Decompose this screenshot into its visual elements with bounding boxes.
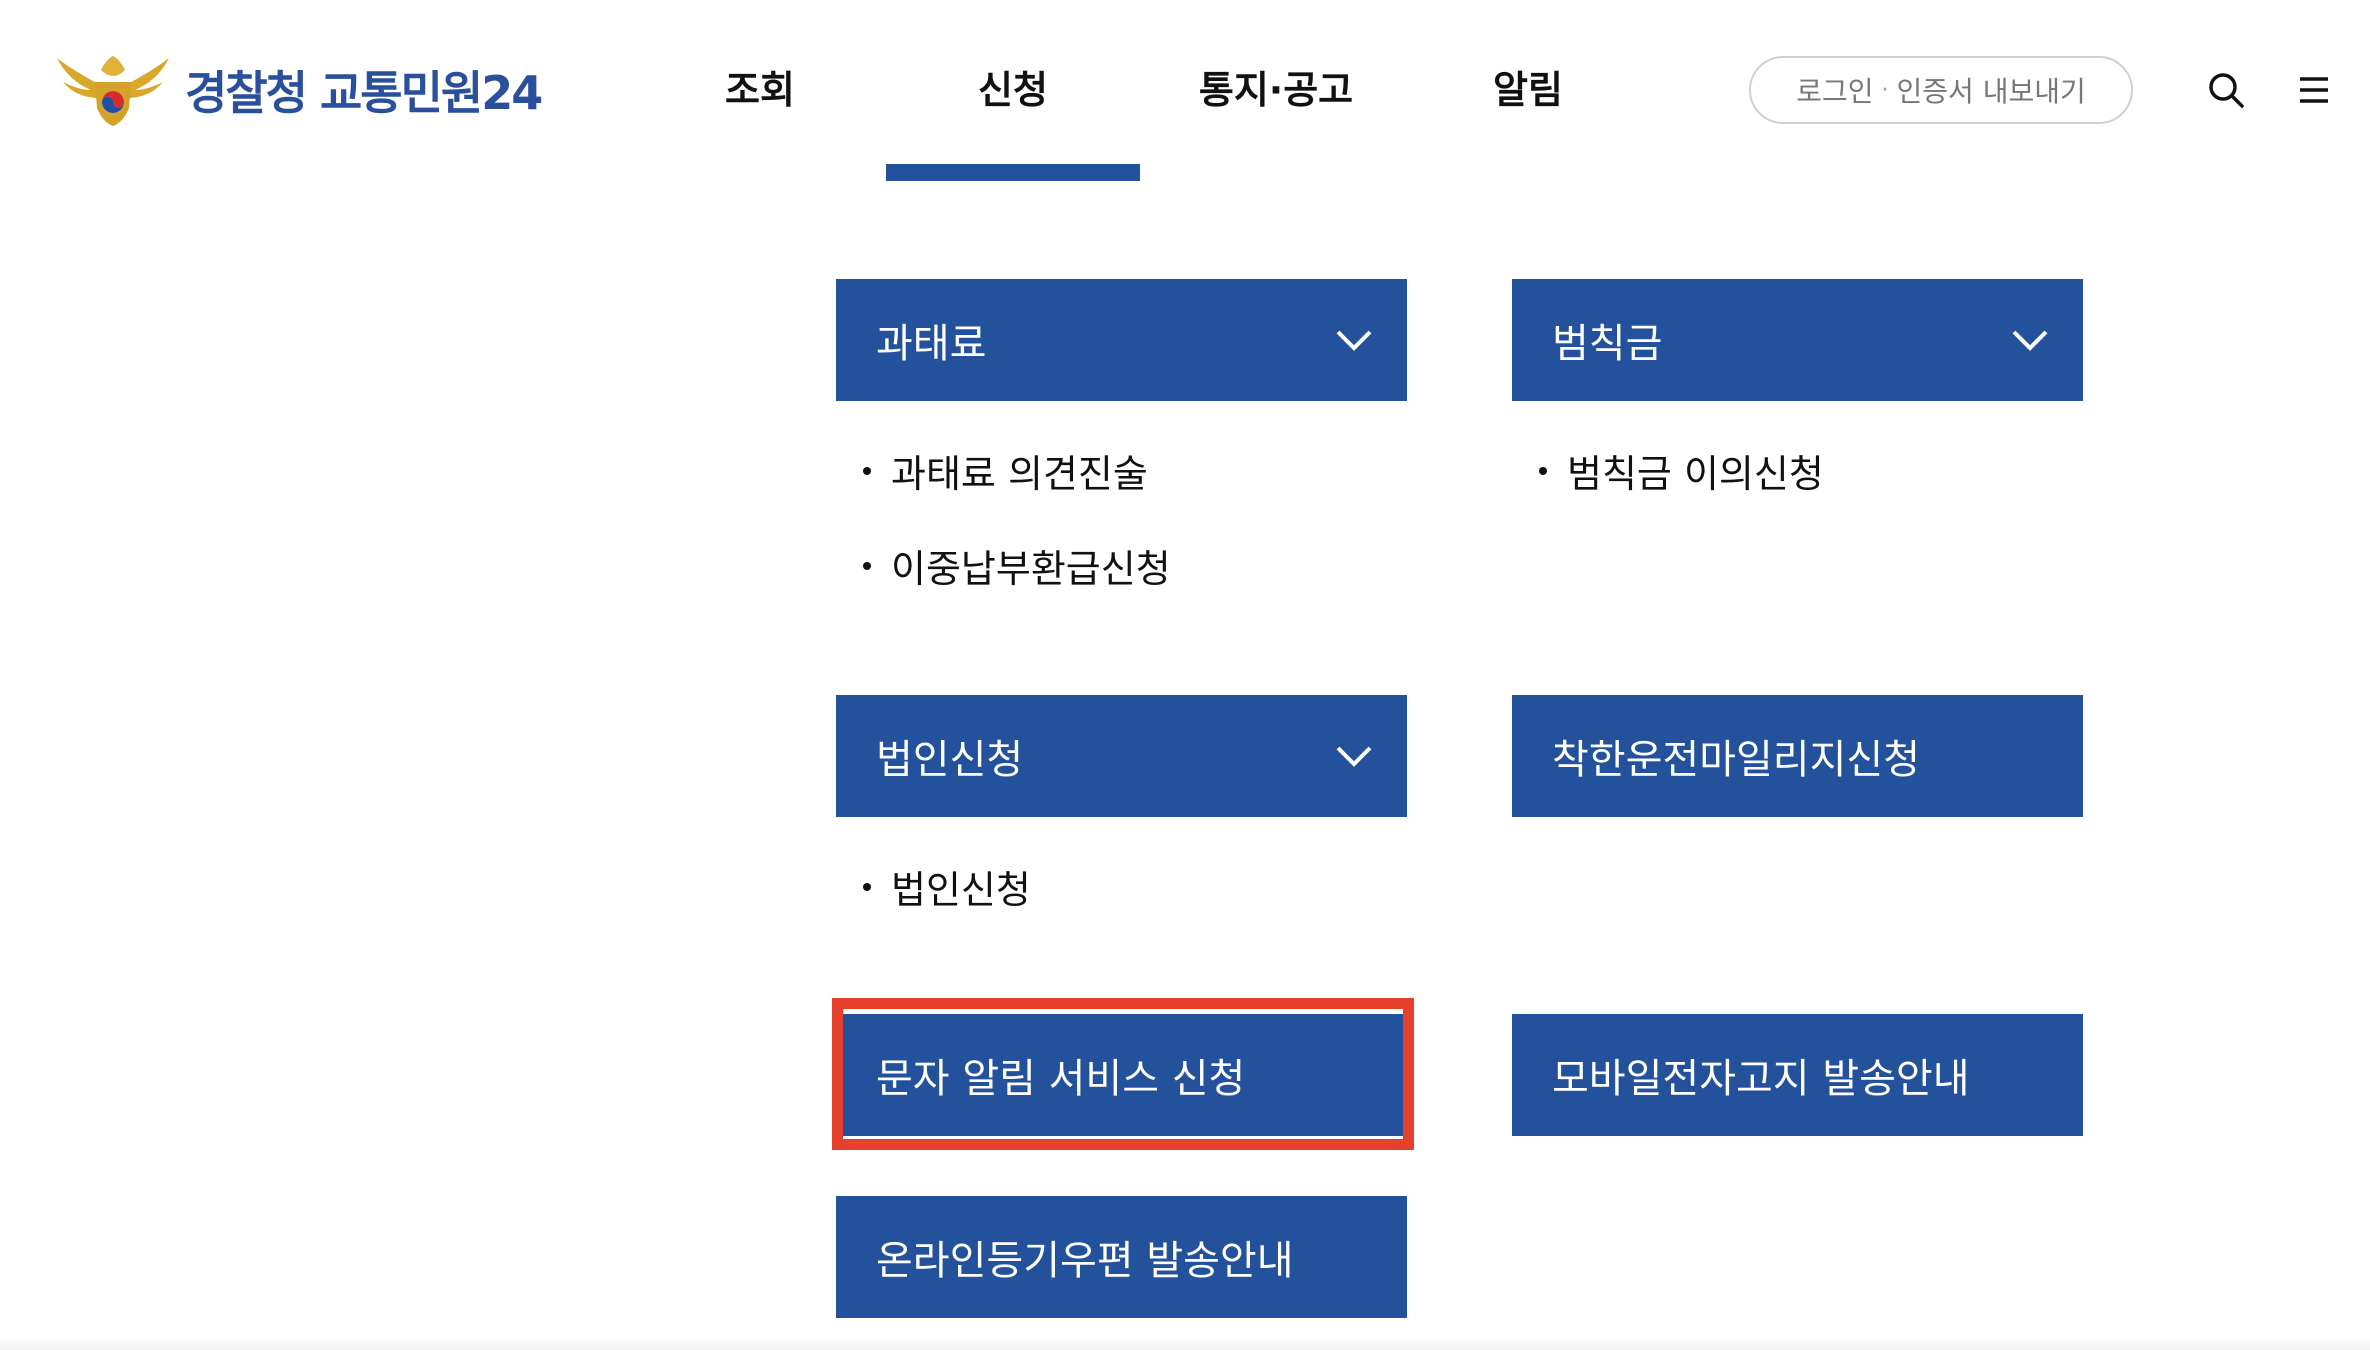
- nav-inquiry[interactable]: 조회: [700, 62, 820, 118]
- menu-corporate-title: 법인신청: [876, 737, 1024, 783]
- submenu-corporate-application[interactable]: 법인신청: [863, 859, 1031, 914]
- login-link[interactable]: 로그인: [1796, 70, 1873, 110]
- nav-active-indicator: [886, 164, 1140, 181]
- menu-good-driving-mileage[interactable]: 착한운전마일리지신청: [1512, 695, 2083, 817]
- menu-fine-title: 과태료: [876, 321, 987, 367]
- highlight-frame: [832, 998, 1414, 1150]
- submenu-penalty-objection[interactable]: 범칙금 이의신청: [1539, 443, 1824, 498]
- login-separator: ·: [1881, 77, 1889, 103]
- chevron-down-icon: [2012, 330, 2048, 351]
- menu-corporate-header[interactable]: 법인신청: [836, 695, 1407, 817]
- bullet: [863, 466, 871, 475]
- menu-registered-mail[interactable]: 온라인등기우편 발송안내: [836, 1196, 1407, 1318]
- page: 경찰청 교통민원24 조회 신청 통지·공고 알림 로그인 · 인증서 내보내기…: [0, 0, 2370, 1350]
- menu-good-driving-title: 착한운전마일리지신청: [1552, 737, 1920, 783]
- nav-alerts[interactable]: 알림: [1468, 62, 1588, 118]
- submenu-fine-opinion[interactable]: 과태료 의견진술: [863, 443, 1148, 498]
- menu-fine-header[interactable]: 과태료: [836, 279, 1407, 401]
- submenu-double-payment-refund-label: 이중납부환급신청: [891, 547, 1171, 591]
- bullet: [863, 882, 871, 891]
- menu-penalty-title: 범칙금: [1552, 321, 1663, 367]
- chevron-down-icon: [1336, 746, 1372, 767]
- police-emblem-icon: [57, 56, 169, 126]
- submenu-double-payment-refund[interactable]: 이중납부환급신청: [863, 538, 1171, 593]
- site-logo[interactable]: 경찰청 교통민원24: [55, 52, 543, 128]
- menu-penalty-header[interactable]: 범칙금: [1512, 279, 2083, 401]
- menu-registered-mail-title: 온라인등기우편 발송안내: [876, 1238, 1294, 1284]
- nav-notice[interactable]: 통지·공고: [1176, 62, 1376, 118]
- cert-export-link[interactable]: 인증서 내보내기: [1897, 70, 2086, 110]
- submenu-penalty-objection-label: 범칙금 이의신청: [1567, 452, 1824, 496]
- submenu-fine-opinion-label: 과태료 의견진술: [891, 452, 1148, 496]
- page-bottom-shadow: [0, 1336, 2370, 1350]
- bullet: [1539, 466, 1547, 475]
- bullet: [863, 561, 871, 570]
- submenu-corporate-application-label: 법인신청: [891, 868, 1031, 912]
- logo-text: 경찰청 교통민원24: [185, 66, 543, 120]
- chevron-down-icon: [1336, 330, 1372, 351]
- menu-mobile-notice-title: 모바일전자고지 발송안내: [1552, 1056, 1970, 1102]
- search-icon[interactable]: [2206, 70, 2246, 110]
- hamburger-menu-icon[interactable]: [2294, 70, 2334, 110]
- menu-mobile-notice[interactable]: 모바일전자고지 발송안내: [1512, 1014, 2083, 1136]
- login-cert-pill: 로그인 · 인증서 내보내기: [1749, 56, 2133, 124]
- nav-application[interactable]: 신청: [950, 62, 1076, 118]
